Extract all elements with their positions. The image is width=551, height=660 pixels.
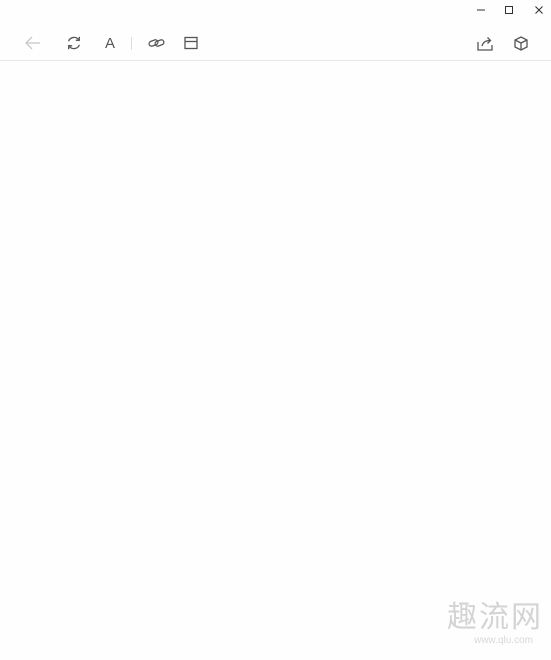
- link-icon: [147, 39, 165, 47]
- close-icon: [535, 6, 543, 14]
- close-button[interactable]: [524, 0, 551, 20]
- maximize-button[interactable]: [494, 0, 524, 20]
- app-window: A 趣流网 www.qlu.com: [0, 0, 551, 660]
- maximize-icon: [505, 6, 513, 14]
- share-icon: [477, 36, 493, 51]
- link-button[interactable]: [141, 26, 171, 60]
- cube-icon: [514, 35, 528, 51]
- content-area[interactable]: [0, 61, 551, 660]
- minimize-icon: [477, 9, 485, 11]
- toolbar: A: [0, 26, 551, 61]
- arrow-left-icon: [25, 36, 40, 50]
- layout-icon: [184, 36, 198, 50]
- refresh-button[interactable]: [59, 26, 89, 60]
- back-button[interactable]: [18, 26, 48, 60]
- title-bar: [0, 0, 551, 22]
- font-label: A: [104, 34, 115, 52]
- font-button[interactable]: A: [95, 26, 125, 60]
- cube-button[interactable]: [506, 26, 536, 60]
- minimize-button[interactable]: [466, 0, 496, 20]
- layout-button[interactable]: [176, 26, 206, 60]
- toolbar-separator: [131, 37, 132, 50]
- share-button[interactable]: [470, 26, 500, 60]
- refresh-icon: [67, 36, 81, 50]
